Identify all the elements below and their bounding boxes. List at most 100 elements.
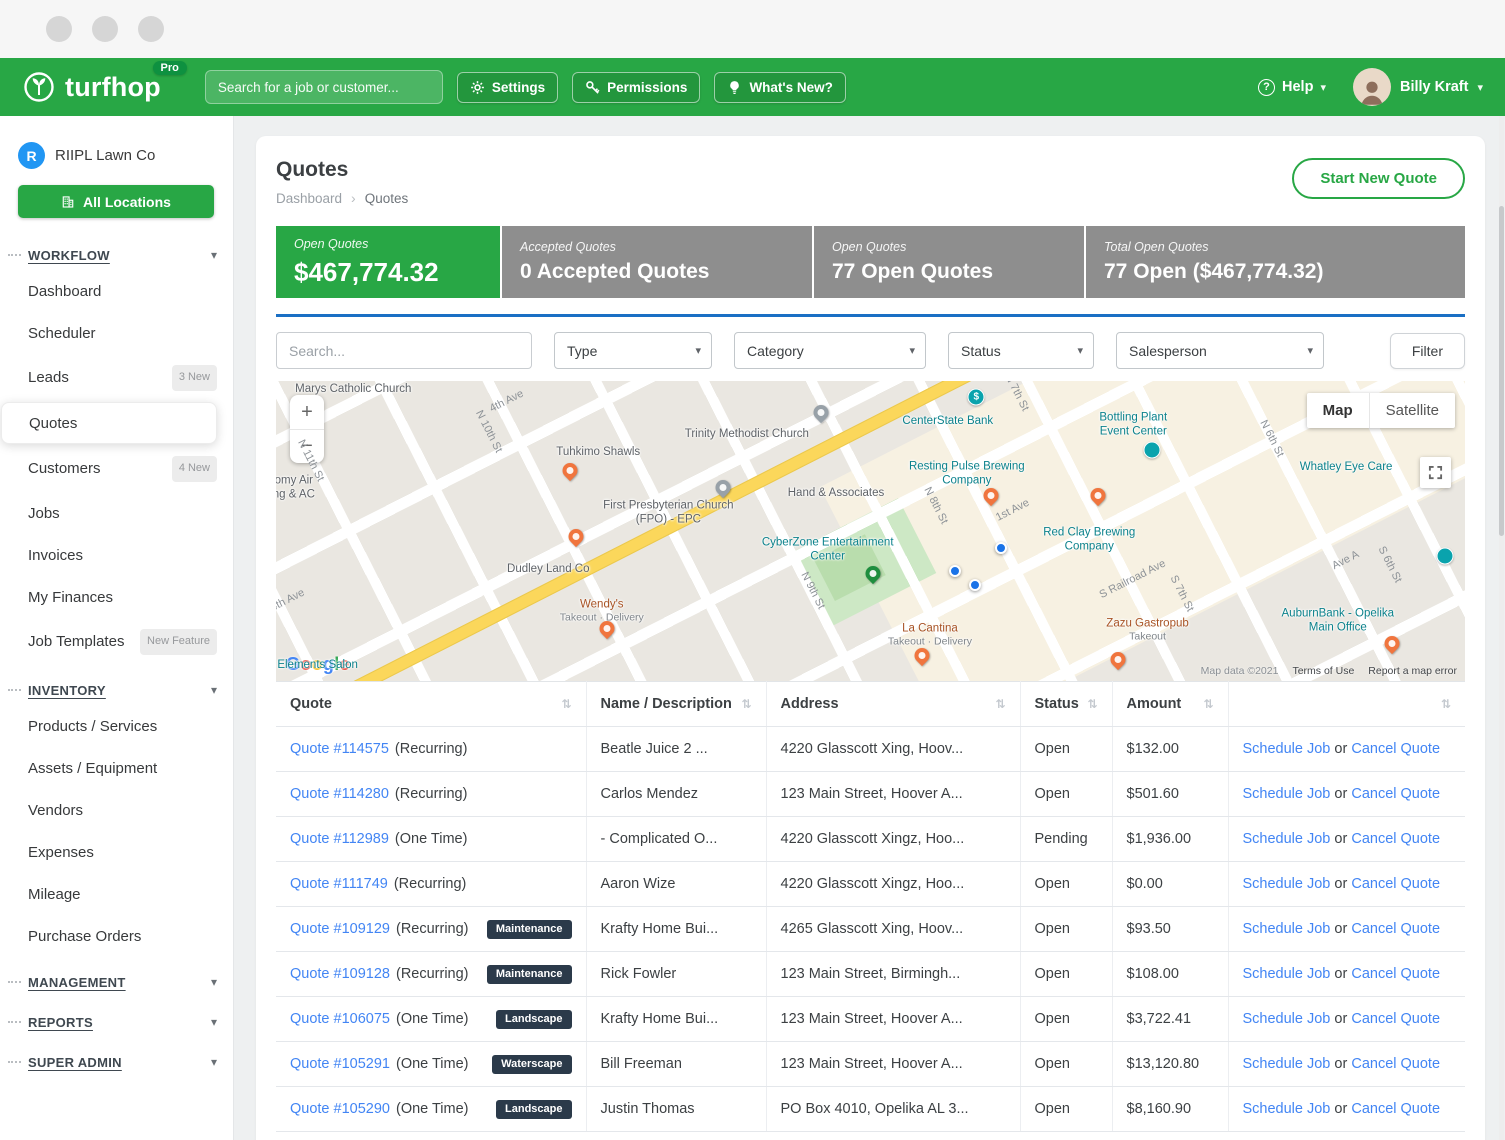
column-header[interactable] — [1228, 682, 1465, 727]
table-row[interactable]: Quote #114280 (Recurring) Carlos Mendez … — [276, 772, 1465, 817]
schedule-job-link[interactable]: Schedule Job — [1243, 921, 1331, 937]
section-header-reports[interactable]: REPORTS — [0, 1005, 233, 1037]
table-row[interactable]: Quote #105291 (One Time) Waterscape Bill… — [276, 1042, 1465, 1087]
sidebar-item[interactable]: Quotes — [1, 402, 217, 444]
cancel-quote-link[interactable]: Cancel Quote — [1351, 831, 1440, 847]
stat-segment[interactable]: Open Quotes $467,774.32 — [276, 226, 500, 298]
table-row[interactable]: Quote #109129 (Recurring) Maintenance Kr… — [276, 907, 1465, 952]
column-header[interactable]: Amount — [1112, 682, 1228, 727]
sidebar-item[interactable]: Products / Services — [0, 705, 233, 747]
quote-link[interactable]: Quote #114280 — [290, 786, 389, 802]
sidebar-item[interactable]: Purchase Orders — [0, 915, 233, 957]
cancel-quote-link[interactable]: Cancel Quote — [1351, 741, 1440, 757]
quote-link[interactable]: Quote #114575 — [290, 741, 389, 757]
brand-logo[interactable]: turfhop Pro — [22, 70, 161, 104]
sidebar-item[interactable]: Expenses — [0, 831, 233, 873]
quote-link[interactable]: Quote #109129 — [290, 921, 390, 937]
quote-link[interactable]: Quote #105291 — [290, 1056, 390, 1072]
google-logo[interactable]: Google — [286, 654, 350, 675]
circ-teal-map-marker[interactable] — [1144, 442, 1161, 459]
stat-segment[interactable]: Open Quotes 77 Open Quotes — [814, 226, 1084, 298]
sort-icon[interactable] — [1203, 696, 1213, 712]
table-row[interactable]: Quote #111749 (Recurring) Aaron Wize 422… — [276, 862, 1465, 907]
sidebar-item[interactable]: Vendors — [0, 789, 233, 831]
schedule-job-link[interactable]: Schedule Job — [1243, 1011, 1331, 1027]
section-header-inventory[interactable]: INVENTORY — [0, 673, 233, 705]
all-locations-button[interactable]: All Locations — [18, 185, 214, 218]
schedule-job-link[interactable]: Schedule Job — [1243, 876, 1331, 892]
scrollbar-thumb[interactable] — [1499, 206, 1504, 536]
type-select[interactable]: Type — [554, 332, 712, 369]
salesperson-select[interactable]: Salesperson — [1116, 332, 1324, 369]
cancel-quote-link[interactable]: Cancel Quote — [1351, 966, 1440, 982]
window-control-close[interactable] — [46, 16, 72, 42]
sidebar-item[interactable]: Assets / Equipment — [0, 747, 233, 789]
sidebar-item[interactable]: Leads 3 New — [0, 354, 233, 401]
schedule-job-link[interactable]: Schedule Job — [1243, 1101, 1331, 1117]
dot-blue-map-marker[interactable] — [949, 565, 961, 577]
column-header[interactable]: Quote — [276, 682, 586, 727]
table-row[interactable]: Quote #106075 (One Time) Landscape Kraft… — [276, 997, 1465, 1042]
zoom-out-button[interactable]: − — [290, 429, 324, 463]
whats-new-button[interactable]: What's New? — [714, 72, 845, 103]
satellite-view-button[interactable]: Satellite — [1370, 393, 1455, 428]
cancel-quote-link[interactable]: Cancel Quote — [1351, 786, 1440, 802]
schedule-job-link[interactable]: Schedule Job — [1243, 741, 1331, 757]
dot-blue-map-marker[interactable] — [995, 542, 1007, 554]
category-select[interactable]: Category — [734, 332, 926, 369]
table-search-input[interactable] — [276, 332, 532, 369]
sort-icon[interactable] — [1441, 696, 1451, 712]
sidebar-item[interactable]: Invoices — [0, 534, 233, 576]
table-row[interactable]: Quote #112989 (One Time) - Complicated O… — [276, 817, 1465, 862]
schedule-job-link[interactable]: Schedule Job — [1243, 1056, 1331, 1072]
sort-icon[interactable] — [741, 696, 751, 712]
cancel-quote-link[interactable]: Cancel Quote — [1351, 1056, 1440, 1072]
sort-icon[interactable] — [561, 696, 571, 712]
section-header-management[interactable]: MANAGEMENT — [0, 965, 233, 997]
table-row[interactable]: Quote #114575 (Recurring) Beatle Juice 2… — [276, 727, 1465, 772]
cancel-quote-link[interactable]: Cancel Quote — [1351, 876, 1440, 892]
sort-icon[interactable] — [1087, 696, 1097, 712]
sidebar-item[interactable]: Customers 4 New — [0, 445, 233, 492]
schedule-job-link[interactable]: Schedule Job — [1243, 831, 1331, 847]
table-row[interactable]: Quote #109128 (Recurring) Maintenance Ri… — [276, 952, 1465, 997]
map[interactable]: + − Map Satellite Google Map data ©2021 … — [276, 381, 1465, 681]
fullscreen-button[interactable] — [1420, 457, 1451, 488]
quote-link[interactable]: Quote #106075 — [290, 1011, 390, 1027]
global-search-input[interactable] — [205, 70, 443, 104]
settings-button[interactable]: Settings — [457, 72, 558, 103]
cancel-quote-link[interactable]: Cancel Quote — [1351, 1101, 1440, 1117]
window-control-maximize[interactable] — [138, 16, 164, 42]
sidebar-item[interactable]: Jobs — [0, 492, 233, 534]
sidebar-item[interactable]: Job Templates New Feature — [0, 618, 233, 665]
permissions-button[interactable]: Permissions — [572, 72, 700, 103]
map-view-button[interactable]: Map — [1307, 393, 1370, 428]
table-row[interactable]: Quote #105290 (One Time) Landscape Justi… — [276, 1087, 1465, 1132]
sidebar-item[interactable]: Scheduler — [0, 312, 233, 354]
stat-segment[interactable]: Accepted Quotes 0 Accepted Quotes — [502, 226, 812, 298]
sidebar-item[interactable]: Dashboard — [0, 270, 233, 312]
report-map-error-link[interactable]: Report a map error — [1368, 665, 1457, 677]
column-header[interactable]: Status — [1020, 682, 1112, 727]
status-select[interactable]: Status — [948, 332, 1094, 369]
circ-teal-map-marker[interactable] — [1436, 547, 1453, 564]
cancel-quote-link[interactable]: Cancel Quote — [1351, 921, 1440, 937]
window-control-minimize[interactable] — [92, 16, 118, 42]
breadcrumb-dashboard[interactable]: Dashboard — [276, 191, 342, 206]
column-header[interactable]: Address — [766, 682, 1020, 727]
quote-link[interactable]: Quote #111749 — [290, 876, 388, 892]
help-menu[interactable]: ? Help — [1258, 79, 1326, 96]
section-header-super-admin[interactable]: SUPER ADMIN — [0, 1045, 233, 1077]
column-header[interactable]: Name / Description — [586, 682, 766, 727]
section-header-workflow[interactable]: WORKFLOW — [0, 238, 233, 270]
quote-link[interactable]: Quote #112989 — [290, 831, 389, 847]
user-name[interactable]: Billy Kraft — [1400, 79, 1469, 95]
schedule-job-link[interactable]: Schedule Job — [1243, 966, 1331, 982]
dot-blue-map-marker[interactable] — [969, 579, 981, 591]
sidebar-item[interactable]: Mileage — [0, 873, 233, 915]
quote-link[interactable]: Quote #105290 — [290, 1101, 390, 1117]
circ-teal-map-marker[interactable]: $ — [968, 388, 985, 405]
company-row[interactable]: R RIIPL Lawn Co — [0, 138, 233, 185]
avatar[interactable] — [1353, 68, 1391, 106]
sidebar-item[interactable]: My Finances — [0, 576, 233, 618]
